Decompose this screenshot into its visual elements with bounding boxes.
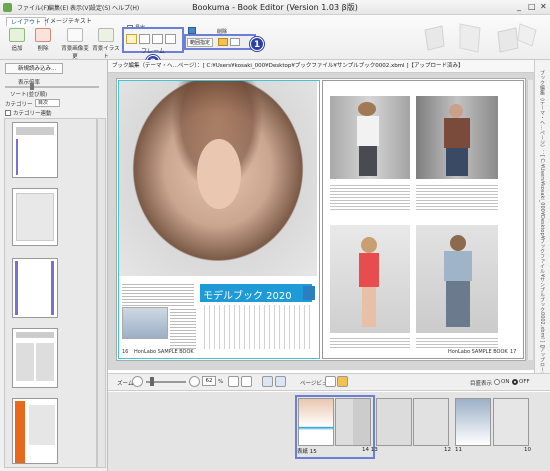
zoom-out-icon[interactable] bbox=[132, 376, 143, 387]
page-thumbnail[interactable] bbox=[12, 122, 58, 178]
close-button[interactable]: ✕ bbox=[540, 2, 547, 11]
text-column bbox=[330, 336, 410, 350]
model-photo[interactable] bbox=[330, 96, 410, 179]
background-illustration-label: 背景イラスト bbox=[92, 46, 120, 60]
range-icon[interactable] bbox=[218, 38, 228, 46]
slider-handle[interactable] bbox=[30, 83, 34, 90]
new-load-button[interactable]: 新規読み込み... bbox=[5, 63, 63, 74]
spread-number: 12 bbox=[444, 447, 451, 453]
spread-thumbnail[interactable] bbox=[335, 398, 371, 446]
page-thumbnail[interactable] bbox=[12, 328, 58, 388]
spread-thumbnail[interactable] bbox=[376, 398, 412, 446]
text-column bbox=[122, 282, 194, 306]
zoom-unit: % bbox=[218, 379, 224, 385]
spread-thumbnail[interactable] bbox=[413, 398, 449, 446]
callout-badge-1: 1 bbox=[250, 37, 264, 51]
category-link-checkbox[interactable] bbox=[5, 110, 11, 116]
zoom-in-icon[interactable] bbox=[189, 376, 200, 387]
add-button-label: 追加 bbox=[11, 46, 23, 52]
thumbnail-scrollbar[interactable] bbox=[97, 118, 106, 468]
spread-thumbnail[interactable] bbox=[493, 398, 529, 446]
building-photo[interactable] bbox=[122, 307, 168, 339]
banner-accent bbox=[303, 286, 315, 300]
add-button[interactable]: 追加 bbox=[4, 28, 30, 52]
background-illustration-button[interactable]: 背景イラスト bbox=[91, 28, 121, 60]
tab-text[interactable]: テキスト bbox=[64, 17, 96, 26]
maximize-button[interactable]: □ bbox=[528, 2, 536, 11]
previous-page-icon[interactable] bbox=[262, 376, 273, 387]
guide-on-label: ON bbox=[501, 379, 510, 385]
next-page-icon[interactable] bbox=[275, 376, 286, 387]
minimize-button[interactable]: _ bbox=[517, 2, 521, 11]
delete-page-icon bbox=[35, 28, 51, 42]
text-column bbox=[170, 307, 196, 349]
left-footer-text: HonLabo SAMPLE BOOK bbox=[134, 349, 194, 355]
guide-icon[interactable] bbox=[188, 27, 196, 34]
spread-thumbnail[interactable] bbox=[455, 398, 491, 446]
zoom-label: ズーム bbox=[117, 381, 134, 387]
range-select-label[interactable]: 範囲指定 bbox=[187, 38, 214, 47]
frame-style-icon[interactable] bbox=[152, 34, 163, 44]
right-sidebar-path: ブック編集（テーマ・ヘ…ページ）：[ C:¥Users¥kosaki_000¥D… bbox=[539, 70, 545, 393]
delete-page-button[interactable]: 削除 bbox=[30, 28, 56, 52]
zoom-value-input[interactable]: 62 bbox=[202, 376, 216, 386]
frame-style-icon[interactable] bbox=[139, 34, 150, 44]
guide-display-label: 目盛表示 bbox=[470, 381, 493, 387]
spread-number: 11 bbox=[455, 447, 462, 453]
sort-label[interactable]: ソート(並び順) bbox=[10, 90, 47, 98]
frame-label: フレーム bbox=[141, 48, 165, 55]
page-view-icon[interactable] bbox=[325, 376, 336, 387]
title-banner-text: モデルブック 2020 bbox=[203, 291, 292, 302]
window-title: Bookuma - Book Editor (Version 1.03 β版) bbox=[192, 3, 358, 12]
guide-off-radio[interactable] bbox=[512, 379, 518, 385]
background-image-icon bbox=[67, 28, 83, 42]
text-column bbox=[416, 336, 498, 350]
page-thumbnail[interactable] bbox=[12, 188, 58, 246]
add-page-icon bbox=[9, 28, 25, 42]
text-column bbox=[330, 183, 410, 211]
display-ratio-slider[interactable] bbox=[5, 86, 99, 88]
page-thumbnail[interactable] bbox=[12, 258, 58, 318]
display-ratio-label: 表示倍率 bbox=[18, 80, 41, 86]
left-page-number: 16 bbox=[122, 349, 129, 355]
vertical-text-block bbox=[200, 305, 312, 349]
guide-off-label: OFF bbox=[519, 379, 530, 385]
file-path-bar: ブック編集（テーマ・ヘ…ページ）：[ C:¥Users¥kosaki_000¥D… bbox=[108, 60, 534, 73]
right-page-number: 17 bbox=[510, 349, 517, 355]
delete-page-label: 削除 bbox=[37, 46, 49, 52]
category-label: カテゴリー bbox=[5, 102, 33, 108]
decorative-books-icon bbox=[424, 23, 537, 53]
model-photo[interactable] bbox=[330, 225, 410, 333]
page-thumbnail[interactable] bbox=[12, 398, 58, 464]
fit-page-icon[interactable] bbox=[228, 376, 239, 387]
change-background-button[interactable]: 背景画像変更 bbox=[60, 28, 90, 60]
book-preview-icon[interactable] bbox=[337, 376, 348, 387]
right-footer-text: HonLabo SAMPLE BOOK bbox=[448, 349, 508, 355]
zoom-slider-handle[interactable] bbox=[150, 377, 154, 386]
fit-width-icon[interactable] bbox=[241, 376, 252, 387]
category-select[interactable]: 目次 bbox=[35, 99, 60, 107]
change-background-label: 背景画像変更 bbox=[61, 46, 89, 60]
frame-style-icon[interactable] bbox=[165, 34, 176, 44]
model-portrait-photo[interactable] bbox=[119, 81, 317, 276]
spread-thumbnail[interactable] bbox=[298, 398, 334, 446]
canvas-scrollbar[interactable] bbox=[527, 80, 533, 360]
illustration-icon bbox=[98, 28, 114, 42]
model-photo[interactable] bbox=[416, 96, 498, 179]
range-icon[interactable] bbox=[230, 38, 240, 46]
guide-on-radio[interactable] bbox=[494, 379, 500, 385]
spread-number: 14 13 bbox=[362, 447, 378, 453]
title-banner: モデルブック 2020 bbox=[200, 284, 312, 302]
spread-number: 10 bbox=[524, 447, 531, 453]
frame-style-icon[interactable] bbox=[126, 34, 137, 44]
category-link-label: カテゴリー連動 bbox=[13, 111, 52, 117]
spread-number: 表紙 15 bbox=[297, 449, 317, 455]
model-photo[interactable] bbox=[416, 225, 498, 333]
text-column bbox=[416, 183, 498, 211]
